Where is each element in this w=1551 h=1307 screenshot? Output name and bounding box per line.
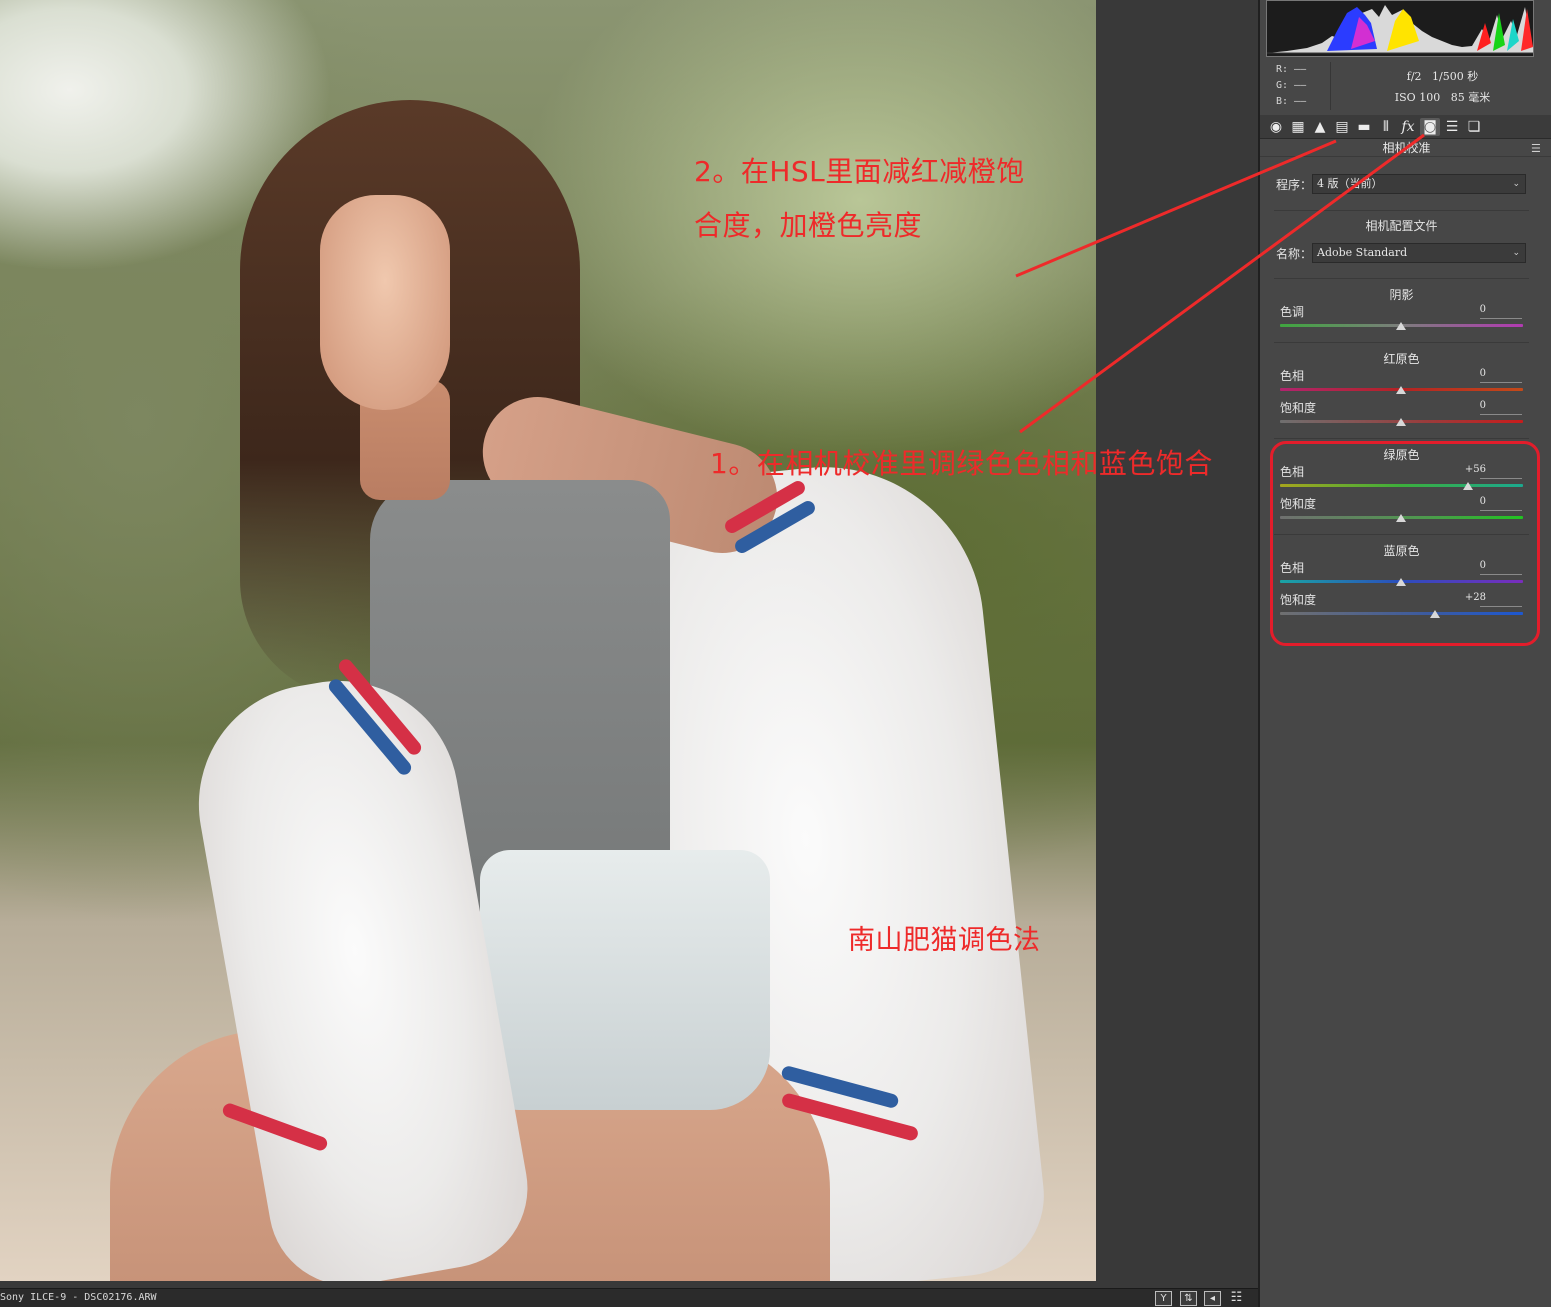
arrow-to-camera-tab	[1019, 133, 1425, 434]
arrow-to-hsl-tab	[1015, 139, 1337, 278]
annotation-arrows	[1015, 133, 1425, 434]
